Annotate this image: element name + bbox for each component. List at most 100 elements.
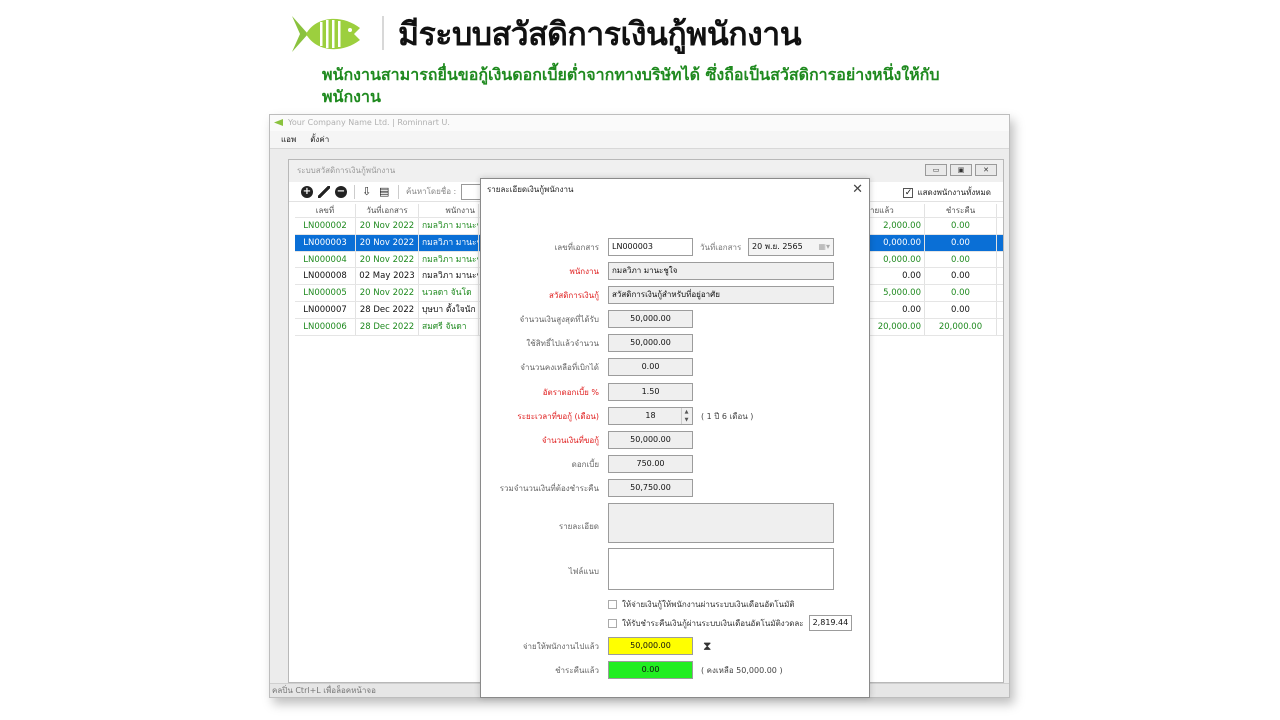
row-employee: กมลวิภา มานะชูใจ (419, 251, 479, 268)
period-stepper[interactable]: ▲ ▼ (681, 408, 691, 424)
row-no: LN000004 (295, 251, 356, 268)
max-field: 50,000.00 (608, 310, 693, 328)
close-icon[interactable]: ✕ (852, 179, 863, 201)
period-note: ( 1 ปี 6 เดือน ) (701, 412, 754, 421)
dialog-titlebar: รายละเอียดเงินกู้พนักงาน ✕ (481, 179, 869, 201)
row-no: LN000002 (295, 218, 356, 234)
detail-label: รายละเอียด (558, 522, 599, 531)
returned-label: ชำระคืนแล้ว (555, 666, 599, 675)
remain-field: 0.00 (608, 358, 693, 376)
dialog-title: รายละเอียดเงินกู้พนักงาน (487, 185, 574, 194)
attach-box[interactable] (608, 548, 834, 590)
remove-icon[interactable]: − (335, 185, 347, 198)
employee-label: พนักงาน (569, 267, 599, 276)
remain-label: จำนวนคงเหลือที่เบิกได้ (520, 363, 599, 372)
amount-field[interactable]: 50,000.00 (608, 431, 693, 449)
show-all-label: แสดงพนักงานทั้งหมด (917, 188, 991, 197)
hourglass-icon[interactable]: ⧗ (703, 639, 711, 654)
row-date: 20 Nov 2022 (356, 251, 419, 268)
auto-repay-checkbox[interactable] (608, 618, 617, 628)
menubar: แอพ ตั้งค่า (270, 131, 1009, 149)
row-paid: 2,000.00 (867, 218, 925, 234)
minimize-button[interactable]: ▭ (925, 164, 947, 176)
installment-field[interactable]: 2,819.44 (808, 615, 853, 631)
row-no: LN000003 (295, 234, 356, 251)
row-employee: บุษบา ตั้งใจนัก (419, 301, 479, 318)
row-no: LN000005 (295, 285, 356, 301)
welfare-row: สวัสดิการเงินกู้ สวัสดิการเงินกู้สำหรับท… (481, 286, 869, 304)
row-returned: 0.00 (925, 301, 997, 318)
toolbar-separator (354, 184, 355, 199)
paid-row: จ่ายให้พนักงานไปแล้ว 50,000.00 ⧗ (481, 637, 869, 655)
auto-repay-option[interactable]: ให้รับชำระคืนเงินกู้ผ่านระบบเงินเดือนอัต… (608, 615, 853, 631)
interest-field: 750.00 (608, 455, 693, 473)
window-controls: ▭ ▣ ✕ (925, 164, 997, 176)
row-date: 02 May 2023 (356, 268, 419, 285)
doc-date-label: วันที่เอกสาร (700, 243, 742, 252)
used-field: 50,000.00 (608, 334, 693, 352)
rate-label: อัตราดอกเบี้ย % (542, 388, 599, 397)
interest-row: ดอกเบี้ย 750.00 (481, 455, 869, 473)
auto-pay-checkbox[interactable] (608, 600, 617, 609)
show-all-checkbox[interactable]: ✓ (903, 187, 914, 198)
total-label: รวมจำนวนเงินที่ต้องชำระคืน (499, 484, 599, 493)
row-date: 20 Nov 2022 (356, 285, 419, 301)
calendar-icon[interactable]: ▦▾ (818, 239, 830, 255)
rate-field[interactable]: 1.50 (608, 383, 693, 401)
col-date[interactable]: วันที่เอกสาร (356, 204, 419, 217)
menu-app[interactable]: แอพ (281, 133, 296, 146)
restore-button[interactable]: ▣ (950, 164, 972, 176)
edit-icon[interactable] (318, 185, 330, 198)
doc-no-label: เลขที่เอกสาร (554, 243, 599, 252)
welfare-label: สวัสดิการเงินกู้ (548, 291, 599, 300)
col-paid[interactable]: ายแล้ว (867, 204, 925, 217)
col-employee[interactable]: พนักงาน (419, 204, 479, 217)
show-all-toggle[interactable]: ✓ แสดงพนักงานทั้งหมด (903, 186, 991, 199)
row-employee: กมลวิภา มานะชูใจ (419, 234, 479, 251)
doc-no-field[interactable]: LN000003 (608, 238, 693, 256)
row-paid: 5,000.00 (867, 285, 925, 301)
employee-field[interactable]: กมลวิภา มานะชูใจ (608, 262, 834, 280)
used-label: ใช้สิทธิ์ไปแล้วจำนวน (526, 339, 599, 348)
total-field: 50,750.00 (608, 479, 693, 497)
row-returned: 0.00 (925, 268, 997, 285)
interest-label: ดอกเบี้ย (571, 460, 599, 469)
row-paid: 0,000.00 (867, 251, 925, 268)
row-date: 20 Nov 2022 (356, 234, 419, 251)
row-no: LN000008 (295, 268, 356, 285)
auto-pay-option[interactable]: ให้จ่ายเงินกู้ให้พนักงานผ่านระบบเงินเดือ… (608, 598, 795, 611)
header-divider (382, 16, 384, 50)
amount-label: จำนวนเงินที่ขอกู้ (541, 436, 599, 445)
row-returned: 0.00 (925, 218, 997, 234)
paid-field: 50,000.00 (608, 637, 693, 655)
max-label: จำนวนเงินสูงสุดที่ได้รับ (519, 315, 599, 324)
col-no[interactable]: เลขที่ (295, 204, 356, 217)
used-row: ใช้สิทธิ์ไปแล้วจำนวน 50,000.00 (481, 334, 869, 352)
col-returned[interactable]: ชำระคืน (925, 204, 997, 217)
menu-settings[interactable]: ตั้งค่า (310, 133, 329, 146)
app-logo-icon (274, 119, 283, 126)
row-date: 28 Dec 2022 (356, 301, 419, 318)
row-returned: 0.00 (925, 234, 997, 251)
doc-date-field[interactable]: 20 พ.ย. 2565 ▦▾ (748, 238, 834, 256)
max-row: จำนวนเงินสูงสุดที่ได้รับ 50,000.00 (481, 310, 869, 328)
amount-row: จำนวนเงินที่ขอกู้ 50,000.00 (481, 431, 869, 449)
returned-row: ชำระคืนแล้ว 0.00 ( คงเหลือ 50,000.00 ) (481, 661, 869, 679)
fish-logo-icon (292, 16, 360, 52)
row-paid: 0,000.00 (867, 234, 925, 251)
row-paid: 20,000.00 (867, 318, 925, 335)
employee-row: พนักงาน กมลวิภา มานะชูใจ (481, 262, 869, 280)
report-icon[interactable]: ▤ (379, 185, 391, 198)
hero-header: มีระบบสวัสดิการเงินกู้พนักงาน พนักงานสาม… (0, 0, 1280, 112)
row-employee: นวลดา จันโด (419, 285, 479, 301)
welfare-field[interactable]: สวัสดิการเงินกู้สำหรับที่อยู่อาศัย (608, 286, 834, 304)
row-returned: 0.00 (925, 251, 997, 268)
detail-textarea[interactable] (608, 503, 834, 543)
row-employee: สมศรี จันดา (419, 318, 479, 335)
app-titlebar: Your Company Name Ltd. | Rominnart U. (270, 115, 1009, 131)
transfer-icon[interactable]: ⇩ (362, 185, 374, 198)
add-icon[interactable]: + (301, 185, 313, 198)
period-row: ระยะเวลาที่ขอกู้ (เดือน) 18 ▲ ▼ ( 1 ปี 6 … (481, 407, 869, 425)
paid-label: จ่ายให้พนักงานไปแล้ว (522, 642, 599, 651)
close-window-button[interactable]: ✕ (975, 164, 997, 176)
